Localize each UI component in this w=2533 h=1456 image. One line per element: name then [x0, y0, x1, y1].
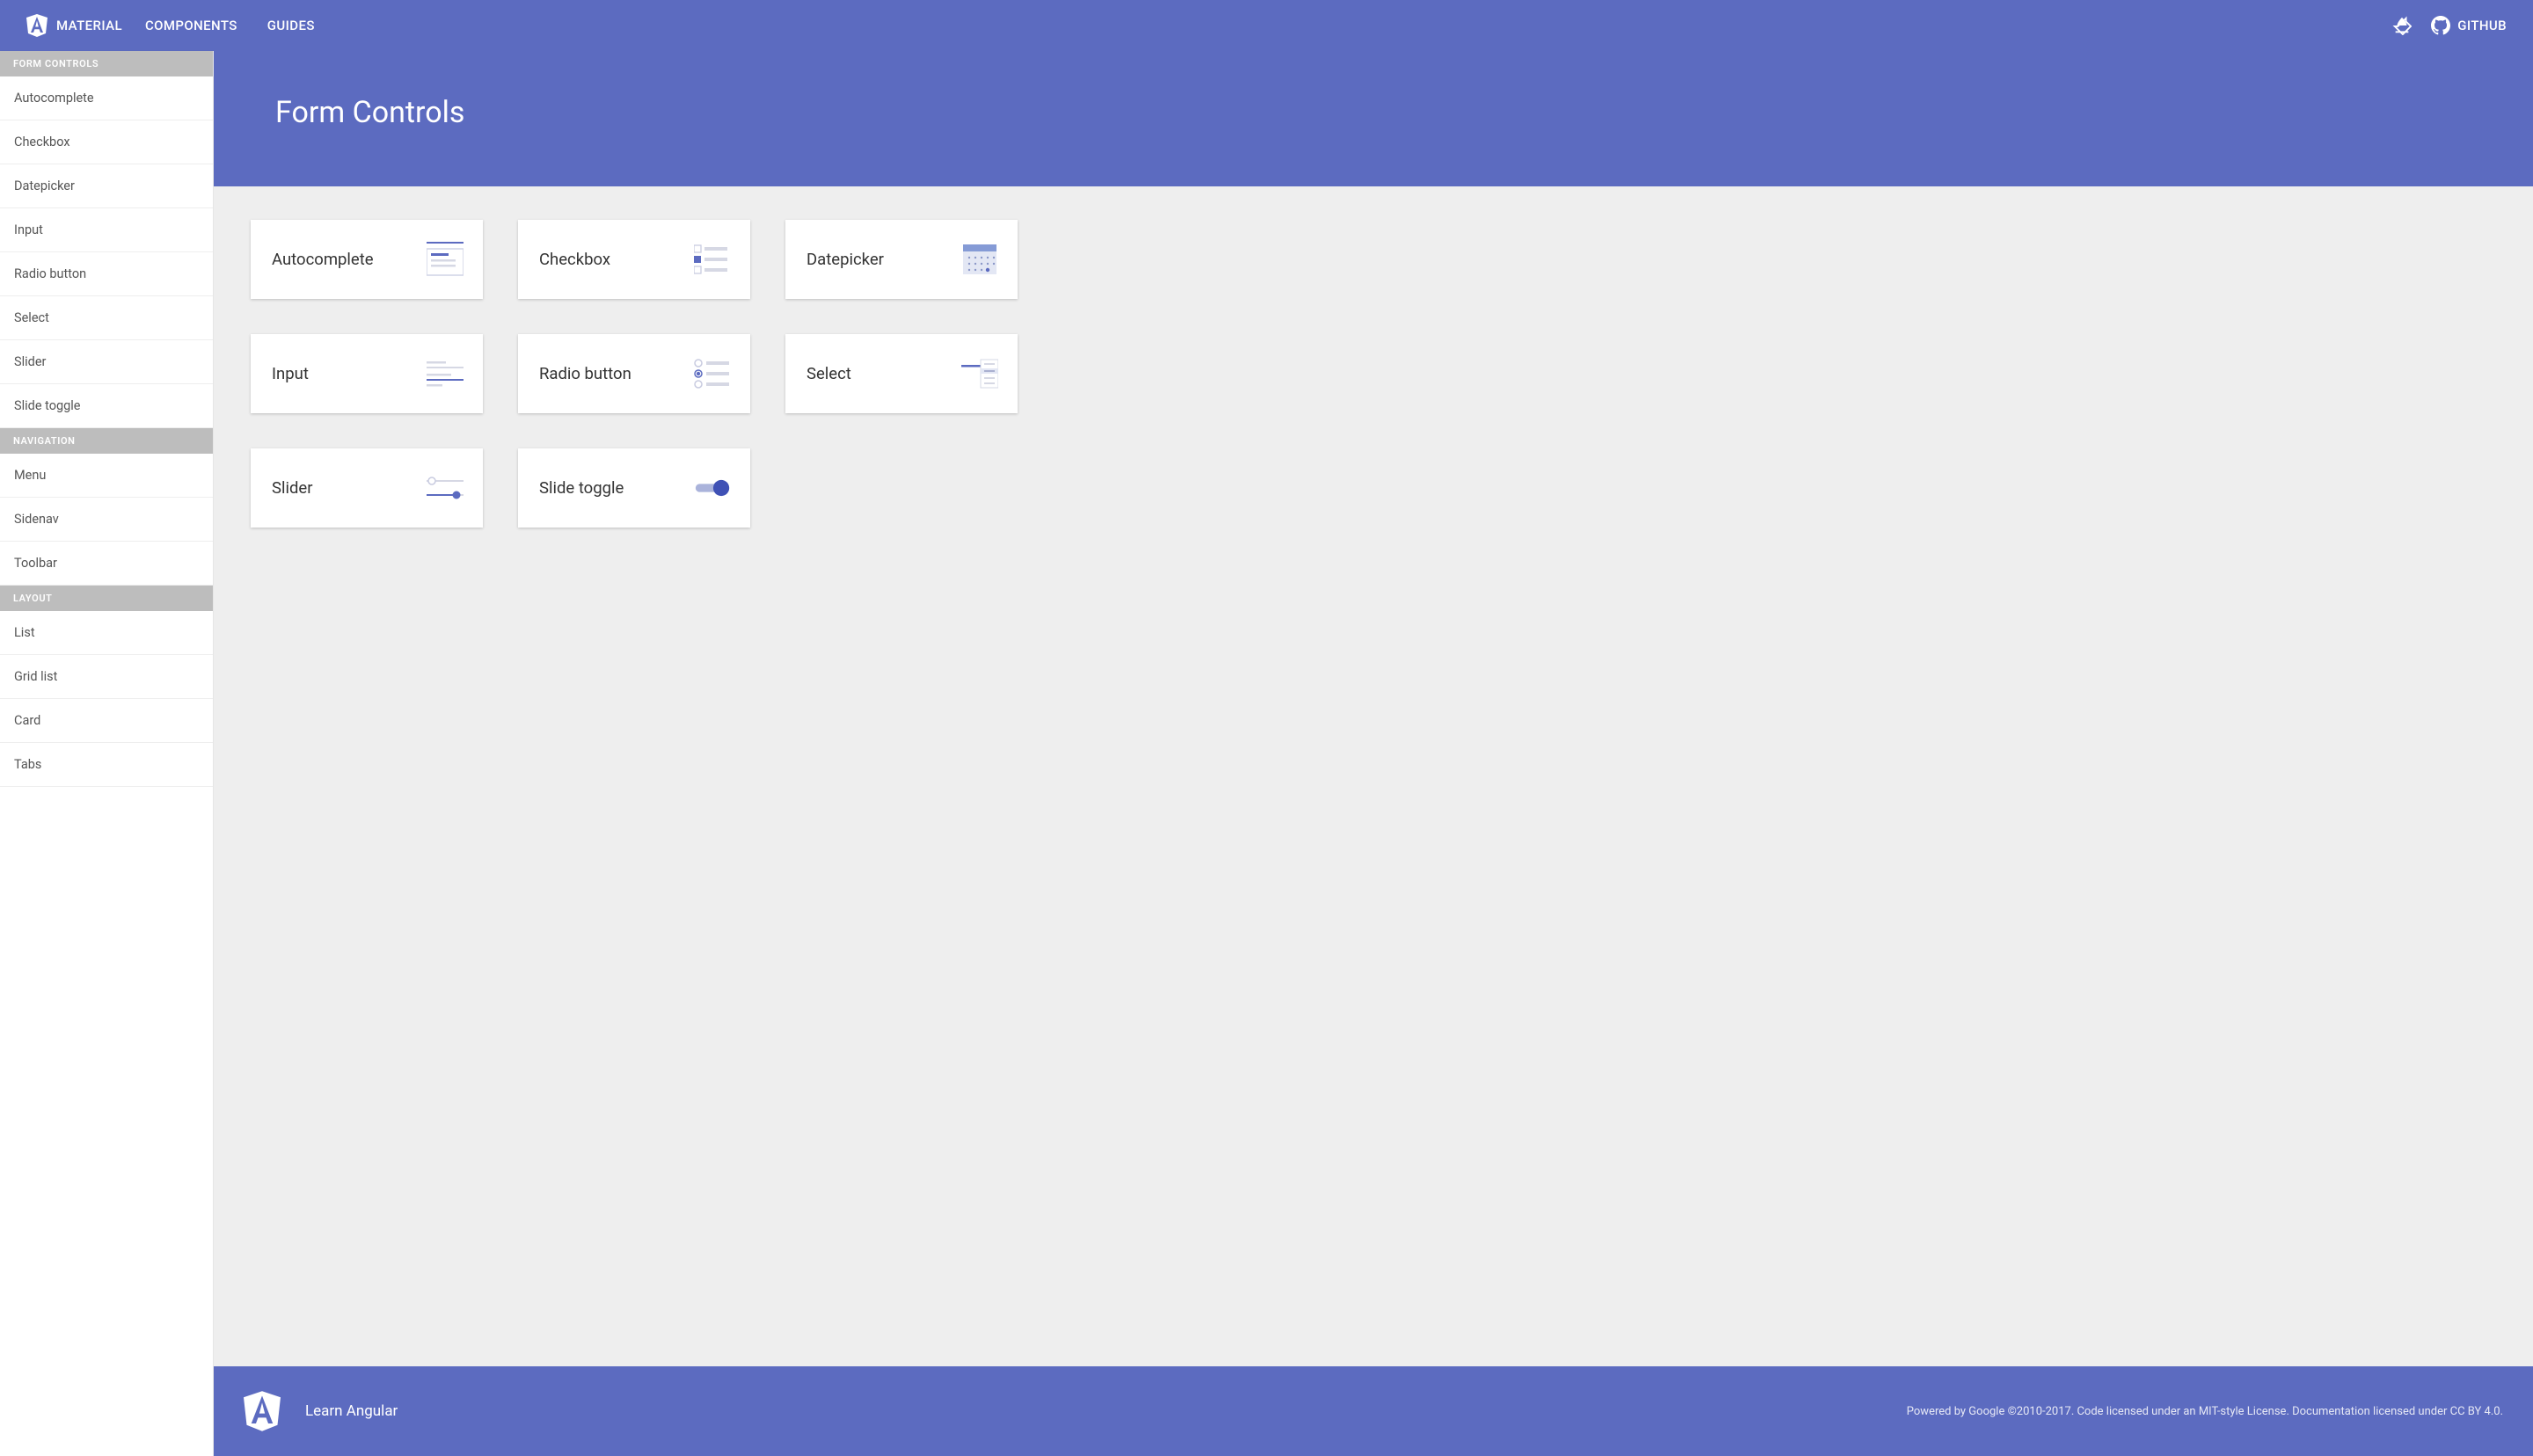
- card-input[interactable]: Input: [251, 334, 483, 413]
- sidebar-item-sidenav[interactable]: Sidenav: [0, 498, 213, 542]
- card-label: Select: [807, 364, 851, 383]
- sidebar-item-slider[interactable]: Slider: [0, 340, 213, 384]
- sidebar-item-card[interactable]: Card: [0, 699, 213, 743]
- angular-logo-icon: [26, 14, 47, 37]
- sidebar-item-radio-button[interactable]: Radio button: [0, 252, 213, 296]
- brand[interactable]: MATERIAL: [26, 14, 122, 37]
- footer: Learn Angular Powered by Google ©2010-20…: [214, 1366, 2533, 1456]
- sidebar-item-grid-list[interactable]: Grid list: [0, 655, 213, 699]
- autocomplete-icon: [427, 242, 464, 277]
- card-label: Autocomplete: [272, 250, 374, 269]
- card-label: Slider: [272, 478, 313, 498]
- card-label: Checkbox: [539, 250, 610, 269]
- sidebar-item-select[interactable]: Select: [0, 296, 213, 340]
- card-radio-button[interactable]: Radio button: [518, 334, 750, 413]
- card-select[interactable]: Select: [785, 334, 1018, 413]
- card-slide-toggle[interactable]: Slide toggle: [518, 448, 750, 528]
- checkbox-icon: [694, 242, 731, 277]
- card-slider[interactable]: Slider: [251, 448, 483, 528]
- paint-bucket-icon: [2392, 16, 2412, 35]
- nav-components[interactable]: COMPONENTS: [145, 18, 237, 33]
- sidebar-section-layout: LAYOUT: [0, 586, 213, 611]
- datepicker-icon: [961, 242, 998, 277]
- nav-guides[interactable]: GUIDES: [267, 18, 315, 33]
- sidebar-section-form-controls: FORM CONTROLS: [0, 51, 213, 76]
- brand-name: MATERIAL: [56, 18, 122, 33]
- footer-brand-link[interactable]: Learn Angular: [244, 1391, 398, 1431]
- slider-icon: [427, 470, 464, 506]
- page-title: Form Controls: [275, 95, 2471, 130]
- card-label: Input: [272, 364, 309, 383]
- github-label: GITHUB: [2457, 18, 2507, 33]
- main-content: Form Controls Autocomplete Checkbox: [214, 51, 2533, 1456]
- radio-icon: [694, 356, 731, 391]
- theme-picker-button[interactable]: [2392, 16, 2412, 35]
- sidebar-item-list[interactable]: List: [0, 611, 213, 655]
- sidebar: FORM CONTROLS Autocomplete Checkbox Date…: [0, 51, 214, 1456]
- card-label: Slide toggle: [539, 478, 624, 498]
- card-label: Radio button: [539, 364, 631, 383]
- card-datepicker[interactable]: Datepicker: [785, 220, 1018, 299]
- page-hero: Form Controls: [214, 51, 2533, 186]
- card-autocomplete[interactable]: Autocomplete: [251, 220, 483, 299]
- card-label: Datepicker: [807, 250, 884, 269]
- sidebar-section-navigation: NAVIGATION: [0, 428, 213, 454]
- sidebar-item-datepicker[interactable]: Datepicker: [0, 164, 213, 208]
- component-card-grid: Autocomplete Checkbox: [214, 186, 2533, 561]
- sidebar-item-autocomplete[interactable]: Autocomplete: [0, 76, 213, 120]
- sidebar-item-slide-toggle[interactable]: Slide toggle: [0, 384, 213, 428]
- footer-learn-label: Learn Angular: [305, 1402, 398, 1420]
- topbar-right: GITHUB: [2392, 16, 2507, 35]
- card-checkbox[interactable]: Checkbox: [518, 220, 750, 299]
- top-nav: COMPONENTS GUIDES: [145, 18, 315, 33]
- github-link[interactable]: GITHUB: [2431, 16, 2507, 35]
- sidebar-item-tabs[interactable]: Tabs: [0, 743, 213, 787]
- input-icon: [427, 356, 464, 391]
- select-icon: [961, 356, 998, 391]
- sidebar-item-menu[interactable]: Menu: [0, 454, 213, 498]
- slide-toggle-icon: [694, 470, 731, 506]
- footer-legal-text: Powered by Google ©2010-2017. Code licen…: [1907, 1405, 2503, 1418]
- github-icon: [2431, 16, 2450, 35]
- angular-logo-icon: [244, 1391, 281, 1431]
- sidebar-item-input[interactable]: Input: [0, 208, 213, 252]
- topbar: MATERIAL COMPONENTS GUIDES GITHUB: [0, 0, 2533, 51]
- sidebar-item-checkbox[interactable]: Checkbox: [0, 120, 213, 164]
- sidebar-item-toolbar[interactable]: Toolbar: [0, 542, 213, 586]
